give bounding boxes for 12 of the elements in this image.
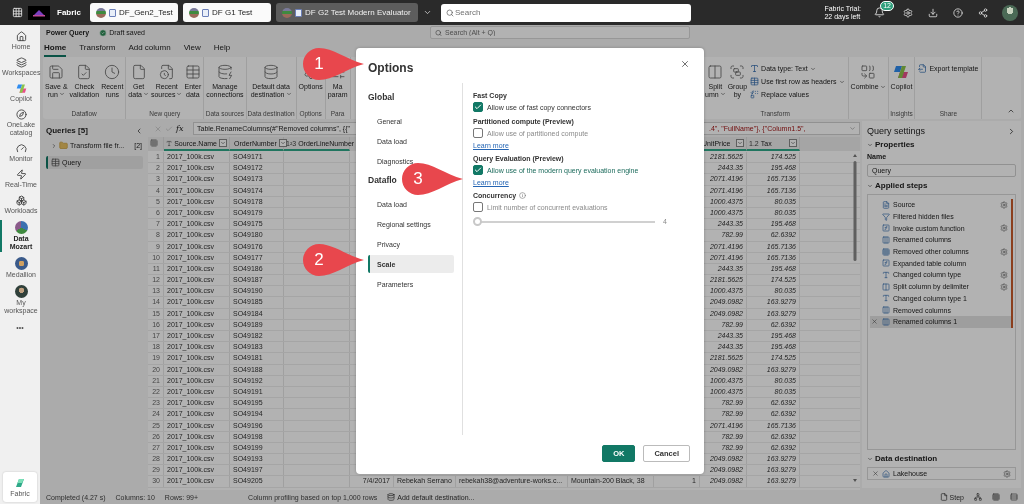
section-title: Properties: [875, 140, 915, 149]
function-label: fx: [176, 124, 184, 133]
section-title: Applied steps: [875, 181, 928, 190]
section-title: Global: [368, 92, 395, 102]
app-name: Fabric: [57, 8, 81, 17]
callout-marker: 2: [301, 242, 365, 278]
section-title: Data destination: [875, 454, 938, 463]
dialog-title: Options: [368, 61, 414, 75]
section-title: Dataflo: [368, 175, 397, 185]
panel-title: Query settings: [867, 126, 926, 136]
callout-marker: 1: [301, 46, 365, 82]
panel-title: Queries [5]: [46, 126, 88, 135]
